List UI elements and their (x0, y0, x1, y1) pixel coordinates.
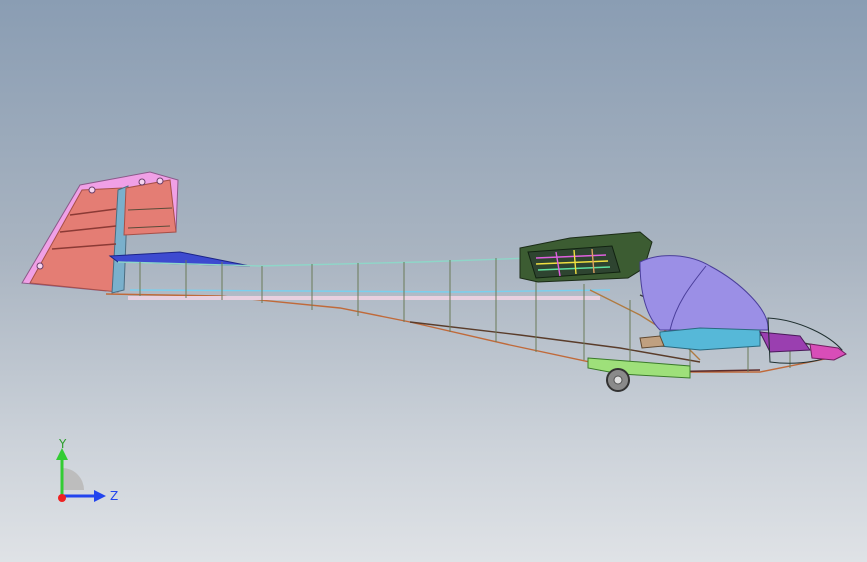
tail-assembly[interactable] (21, 171, 179, 294)
cockpit-interior[interactable] (639, 327, 811, 353)
control-stick (639, 335, 665, 349)
belly-skid (587, 357, 691, 379)
fin-panel (29, 187, 123, 293)
triad-plane-indicator (62, 468, 84, 490)
wheel-hub (613, 375, 623, 385)
3d-viewport[interactable]: Y Z (0, 0, 867, 562)
view-orientation-triad[interactable]: Y Z (40, 438, 130, 518)
hinge-hole (88, 186, 96, 194)
y-axis-label: Y (58, 438, 67, 451)
canopy[interactable] (639, 255, 769, 331)
instrument-panel (759, 331, 811, 353)
z-axis-arrow (94, 490, 106, 502)
x-axis-dot (58, 494, 66, 502)
hinge-hole (36, 262, 44, 270)
z-axis-label: Z (110, 489, 118, 503)
glider-fuselage-model[interactable] (0, 0, 867, 562)
landing-gear[interactable] (587, 357, 691, 392)
hinge-hole (156, 177, 164, 185)
wing-root-block[interactable] (519, 231, 653, 283)
hinge-hole (138, 178, 146, 186)
